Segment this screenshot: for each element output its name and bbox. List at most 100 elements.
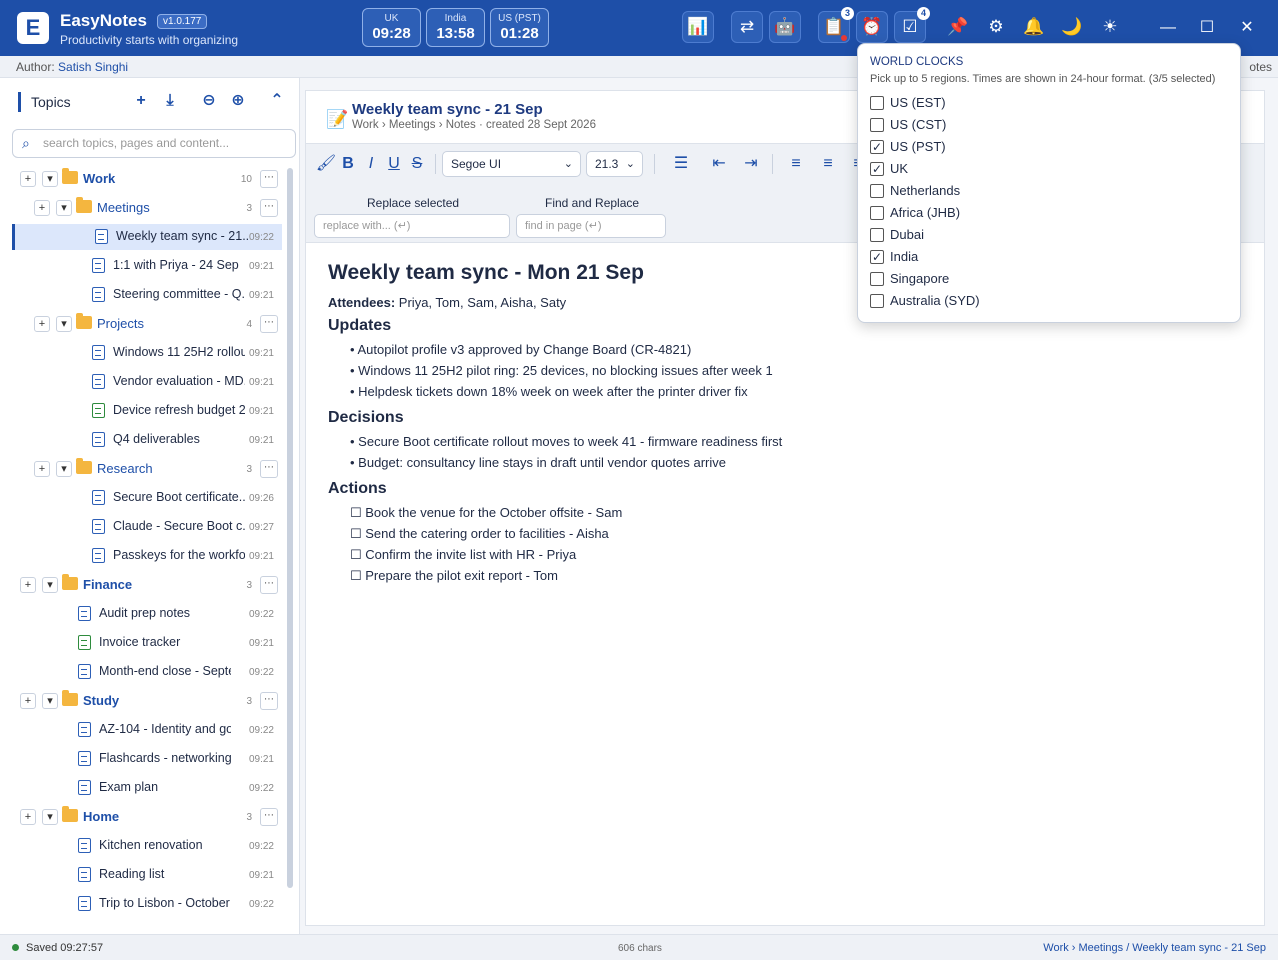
clock-us-pst[interactable]: US (PST) 01:28 [490, 8, 549, 47]
add-child-button[interactable]: + [20, 171, 36, 187]
page-row[interactable]: Claude - Secure Boot c... 09:27 [12, 514, 282, 540]
page-row[interactable]: Audit prep notes 09:22 [12, 601, 282, 627]
sidebar-scrollbar[interactable] [287, 168, 293, 888]
tasks-button[interactable]: 📋 3 [818, 7, 854, 43]
replace-input[interactable]: replace with... (↵) [314, 214, 510, 238]
collapse-toggle[interactable]: ▾ [42, 577, 58, 593]
region-checkbox[interactable]: ✓ [870, 250, 884, 264]
topic-row[interactable]: + ▾ Home 3 ⋯ [12, 804, 282, 830]
region-checkbox[interactable]: ✓ [870, 162, 884, 176]
status-breadcrumb[interactable]: Work › Meetings / Weekly team sync - 21 … [1043, 942, 1266, 954]
close-button[interactable]: ✕ [1235, 16, 1259, 40]
region-checkbox[interactable] [870, 294, 884, 308]
topic-menu-button[interactable]: ⋯ [260, 460, 278, 478]
collapse-toggle[interactable]: ▾ [42, 693, 58, 709]
clock-india[interactable]: India 13:58 [426, 8, 485, 47]
region-checkbox[interactable] [870, 272, 884, 286]
bold-button[interactable]: B [336, 152, 360, 176]
outdent-button[interactable]: ⇤ [707, 152, 731, 176]
notes-tab-fragment[interactable]: otes [1249, 60, 1272, 74]
page-row[interactable]: 1:1 with Priya - 24 Sep 09:21 [12, 253, 282, 279]
page-row[interactable]: Flashcards - networking 09:21 [12, 746, 282, 772]
topic-row[interactable]: + ▾ Projects 4 ⋯ [12, 311, 282, 337]
notifications-button[interactable]: 🔔 [1018, 11, 1050, 43]
page-row[interactable]: Exam plan 09:22 [12, 775, 282, 801]
checklist-button[interactable]: ☑ 4 [894, 7, 930, 43]
search-input[interactable]: ⌕ search topics, pages and content... [12, 129, 296, 158]
font-size-select[interactable]: 21.3 ⌄ [586, 151, 643, 177]
import-button[interactable]: ⤓ [159, 90, 181, 112]
indent-button[interactable]: ⇥ [739, 152, 763, 176]
pin-button[interactable]: 📌 [942, 11, 974, 43]
page-row[interactable]: Passkeys for the workfo... 09:21 [12, 543, 282, 569]
alarm-button[interactable]: ⏰ [856, 11, 888, 43]
page-row[interactable]: Kitchen renovation 09:22 [12, 833, 282, 859]
zoom-out-button[interactable]: ⊖ [198, 90, 220, 112]
author-name[interactable]: Satish Singhi [58, 60, 128, 74]
action-item[interactable]: ☐ Send the catering order to facilities … [350, 526, 609, 542]
page-row[interactable]: Invoice tracker 09:21 [12, 630, 282, 656]
action-item[interactable]: ☐ Book the venue for the October offsite… [350, 505, 622, 521]
add-child-button[interactable]: + [20, 809, 36, 825]
find-input[interactable]: find in page (↵) [516, 214, 666, 238]
page-row[interactable]: Q4 deliverables 09:21 [12, 427, 282, 453]
align-left-button[interactable]: ≡ [784, 152, 808, 176]
light-mode-button[interactable]: ☀ [1094, 11, 1126, 43]
add-topic-button[interactable]: + [130, 90, 152, 112]
page-row[interactable]: Weekly team sync - 21... 09:22 [12, 224, 282, 250]
page-row[interactable]: Steering committee - Q... 09:21 [12, 282, 282, 308]
maximize-button[interactable]: ☐ [1195, 16, 1219, 40]
region-checkbox[interactable] [870, 206, 884, 220]
add-child-button[interactable]: + [20, 693, 36, 709]
italic-button[interactable]: I [359, 152, 383, 176]
page-row[interactable]: Device refresh budget 2... 09:21 [12, 398, 282, 424]
clock-uk[interactable]: UK 09:28 [362, 8, 421, 47]
page-row[interactable]: Reading list 09:21 [12, 862, 282, 888]
bullet-list-button[interactable]: ☰ [666, 152, 696, 176]
page-row[interactable]: Trip to Lisbon - October 09:22 [12, 891, 282, 917]
topic-row[interactable]: + ▾ Meetings 3 ⋯ [12, 195, 282, 221]
collapse-all-button[interactable]: ⌃ [266, 90, 288, 112]
action-item[interactable]: ☐ Confirm the invite list with HR - Priy… [350, 547, 576, 563]
add-child-button[interactable]: + [34, 316, 50, 332]
page-row[interactable]: Vendor evaluation - MD... 09:21 [12, 369, 282, 395]
assistant-button[interactable]: 🤖 [769, 11, 801, 43]
add-child-button[interactable]: + [34, 461, 50, 477]
action-item[interactable]: ☐ Prepare the pilot exit report - Tom [350, 568, 558, 584]
font-family-select[interactable]: Segoe UI ⌄ [442, 151, 581, 177]
topic-menu-button[interactable]: ⋯ [260, 199, 278, 217]
page-row[interactable]: Windows 11 25H2 rollout 09:21 [12, 340, 282, 366]
format-painter-button[interactable]: 🖌 [314, 152, 338, 176]
topic-menu-button[interactable]: ⋯ [260, 170, 278, 188]
page-title[interactable]: Weekly team sync - 21 Sep [352, 101, 543, 118]
topic-row[interactable]: + ▾ Study 3 ⋯ [12, 688, 282, 714]
add-child-button[interactable]: + [20, 577, 36, 593]
region-checkbox[interactable] [870, 184, 884, 198]
reports-button[interactable]: 📊 [682, 11, 714, 43]
minimize-button[interactable]: — [1156, 16, 1180, 40]
topic-menu-button[interactable]: ⋯ [260, 808, 278, 826]
dark-mode-button[interactable]: 🌙 [1056, 11, 1088, 43]
zoom-in-button[interactable]: ⊕ [227, 90, 249, 112]
topic-menu-button[interactable]: ⋯ [260, 315, 278, 333]
page-row[interactable]: Month-end close - Septe... 09:22 [12, 659, 282, 685]
topic-row[interactable]: + ▾ Work 10 ⋯ [12, 166, 282, 192]
region-checkbox[interactable]: ✓ [870, 140, 884, 154]
settings-button[interactable]: ⚙ [980, 11, 1012, 43]
topic-row[interactable]: + ▾ Research 3 ⋯ [12, 456, 282, 482]
page-row[interactable]: AZ-104 - Identity and gov... 09:22 [12, 717, 282, 743]
topic-row[interactable]: + ▾ Finance 3 ⋯ [12, 572, 282, 598]
topic-menu-button[interactable]: ⋯ [260, 692, 278, 710]
collapse-toggle[interactable]: ▾ [56, 316, 72, 332]
collapse-toggle[interactable]: ▾ [56, 200, 72, 216]
collapse-toggle[interactable]: ▾ [42, 809, 58, 825]
region-checkbox[interactable] [870, 96, 884, 110]
add-child-button[interactable]: + [34, 200, 50, 216]
underline-button[interactable]: U [382, 152, 406, 176]
align-center-button[interactable]: ≡ [816, 152, 840, 176]
region-checkbox[interactable] [870, 118, 884, 132]
collapse-toggle[interactable]: ▾ [56, 461, 72, 477]
sync-button[interactable]: ⇄ [731, 11, 763, 43]
collapse-toggle[interactable]: ▾ [42, 171, 58, 187]
strike-button[interactable]: S [405, 152, 429, 176]
